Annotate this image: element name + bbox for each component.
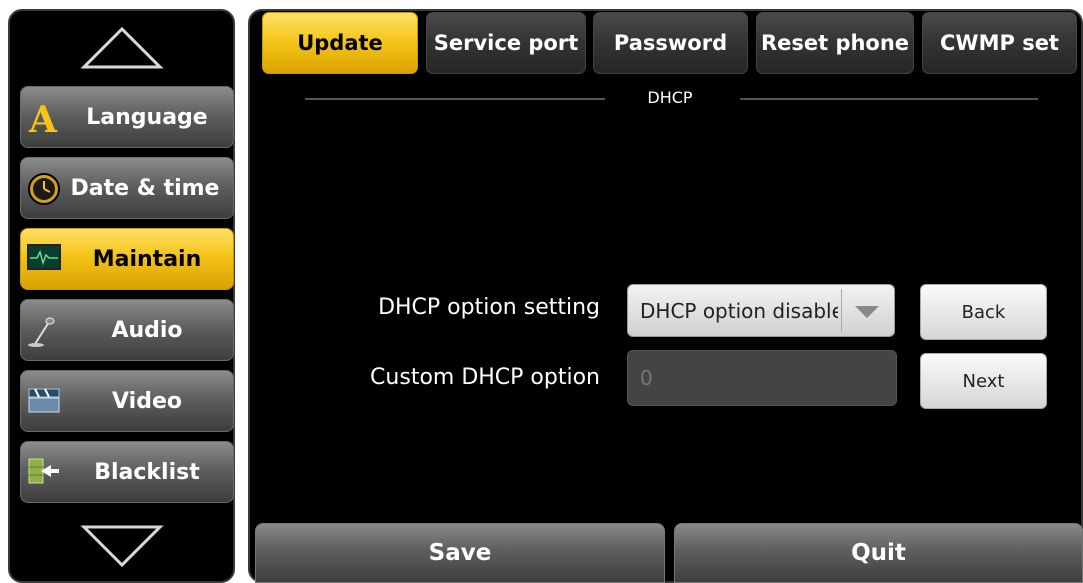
dropdown-arrow-icon	[855, 306, 879, 318]
sidebar-item-audio[interactable]: Audio	[20, 299, 234, 361]
custom-dhcp-option-field[interactable]: 0	[627, 350, 897, 406]
letter-a-icon: A	[27, 99, 61, 141]
custom-dhcp-option-value: 0	[640, 366, 653, 390]
sidebar-item-label: Audio	[111, 317, 183, 343]
next-button[interactable]: Next	[920, 353, 1047, 409]
film-icon	[27, 385, 61, 419]
dhcp-option-select[interactable]: DHCP option disable	[627, 284, 895, 337]
tab-password[interactable]: Password	[593, 12, 748, 74]
sidebar-item-label: Blacklist	[94, 459, 200, 485]
svg-text:A: A	[28, 101, 58, 137]
save-button[interactable]: Save	[255, 523, 665, 583]
section-title: DHCP	[647, 88, 693, 107]
sidebar: A Language Date & time Maintain Audio Vi…	[8, 9, 235, 583]
dhcp-option-value: DHCP option disable	[640, 298, 838, 323]
tab-cwmp-set[interactable]: CWMP set	[922, 12, 1077, 74]
scroll-down-button[interactable]	[10, 511, 233, 581]
sidebar-item-label: Video	[112, 388, 182, 414]
sidebar-item-date-time[interactable]: Date & time	[20, 157, 234, 219]
section-divider-left	[305, 98, 605, 100]
tab-reset-phone[interactable]: Reset phone	[756, 12, 914, 74]
back-button[interactable]: Back	[920, 284, 1047, 340]
tab-service-port[interactable]: Service port	[426, 12, 586, 74]
sidebar-item-language[interactable]: A Language	[20, 86, 234, 148]
triangle-down-icon	[79, 525, 164, 568]
section-divider-right	[740, 98, 1038, 100]
sidebar-item-label: Language	[86, 104, 208, 130]
select-divider	[841, 289, 842, 332]
quit-button[interactable]: Quit	[674, 523, 1083, 583]
sidebar-item-label: Maintain	[92, 246, 202, 272]
scroll-up-button[interactable]	[10, 13, 233, 83]
monitor-icon	[27, 243, 61, 277]
dhcp-option-label: DHCP option setting	[378, 295, 600, 320]
clock-icon	[27, 172, 61, 206]
triangle-up-icon	[79, 26, 164, 69]
custom-dhcp-option-label: Custom DHCP option	[370, 365, 600, 390]
microphone-icon	[27, 314, 61, 348]
sidebar-item-video[interactable]: Video	[20, 370, 234, 432]
blocked-wall-icon	[27, 456, 61, 490]
tab-update[interactable]: Update	[262, 12, 418, 74]
sidebar-item-blacklist[interactable]: Blacklist	[20, 441, 234, 503]
sidebar-item-label: Date & time	[70, 175, 220, 201]
sidebar-item-maintain[interactable]: Maintain	[20, 228, 234, 290]
